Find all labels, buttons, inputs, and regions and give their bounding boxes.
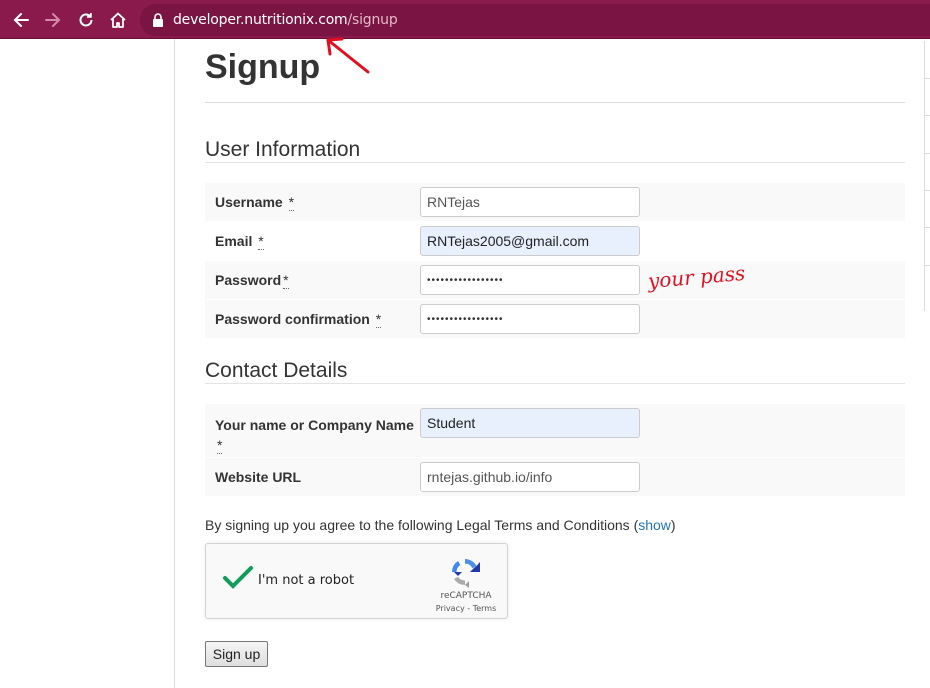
required-marker: * [283,272,289,289]
recaptcha-links: Privacy - Terms [435,604,497,613]
website-url-row: Website URL [205,458,905,496]
home-icon [110,12,126,28]
recaptcha-brand: reCAPTCHA [440,591,492,601]
section-divider [205,162,905,163]
sidebar-divider [174,39,175,688]
required-marker: * [217,437,223,454]
password-input[interactable] [420,265,640,295]
recaptcha-label: I'm not a robot [258,573,355,588]
email-input[interactable] [420,226,640,256]
password-confirmation-label: Password confirmation * [215,311,382,328]
recaptcha-terms-link[interactable]: Terms [473,604,497,613]
terms-suffix: ) [670,517,676,533]
password-confirmation-row: Password confirmation * [205,300,905,338]
sign-up-button[interactable]: Sign up [205,641,268,667]
forward-button[interactable] [41,8,65,32]
company-name-input[interactable] [420,408,640,438]
recaptcha-privacy-link[interactable]: Privacy [436,604,465,613]
arrow-left-icon [13,13,29,27]
password-confirmation-input[interactable] [420,304,640,334]
lock-icon [153,13,163,27]
arrow-right-icon [45,13,61,27]
address-bar[interactable]: developer.nutritionix.com/signup [140,4,930,36]
required-marker: * [258,233,264,250]
section-divider [205,383,905,384]
username-row: Username * [205,183,905,221]
required-marker: * [288,194,295,211]
password-row: Password * [205,261,905,299]
company-name-row: Your name or Company Name * [205,404,905,457]
username-label: Username * [215,194,295,211]
username-input[interactable] [420,187,640,217]
password-label: Password * [215,272,289,289]
email-row: Email * [205,222,905,260]
terms-notice: By signing up you agree to the following… [205,517,676,533]
user-information-heading: User Information [205,138,361,161]
right-side-panel [924,41,930,311]
recaptcha-widget: I'm not a robot reCAPTCHA Privacy - Term… [205,543,508,619]
company-name-label: Your name or Company Name * [215,417,414,454]
show-terms-link[interactable]: show [638,517,671,533]
reload-icon [79,13,93,27]
title-divider [205,102,905,103]
reload-button[interactable] [74,8,98,32]
page-title: Signup [205,48,321,86]
url-text: developer.nutritionix.com/signup [173,12,398,28]
required-marker: * [375,311,382,328]
website-url-label: Website URL [215,469,302,485]
website-url-input[interactable] [420,462,640,492]
home-button[interactable] [106,8,130,32]
browser-toolbar: developer.nutritionix.com/signup [0,0,930,39]
recaptcha-logo-icon [451,559,480,588]
contact-details-heading: Contact Details [205,359,348,382]
email-label: Email * [215,233,264,250]
red-arrow-annotation [326,37,370,74]
back-button[interactable] [9,8,33,32]
url-host: developer.nutritionix.com [173,12,348,28]
url-path: /signup [347,12,398,28]
terms-prefix: By signing up you agree to the following… [205,517,639,533]
checkmark-icon[interactable] [222,564,254,592]
